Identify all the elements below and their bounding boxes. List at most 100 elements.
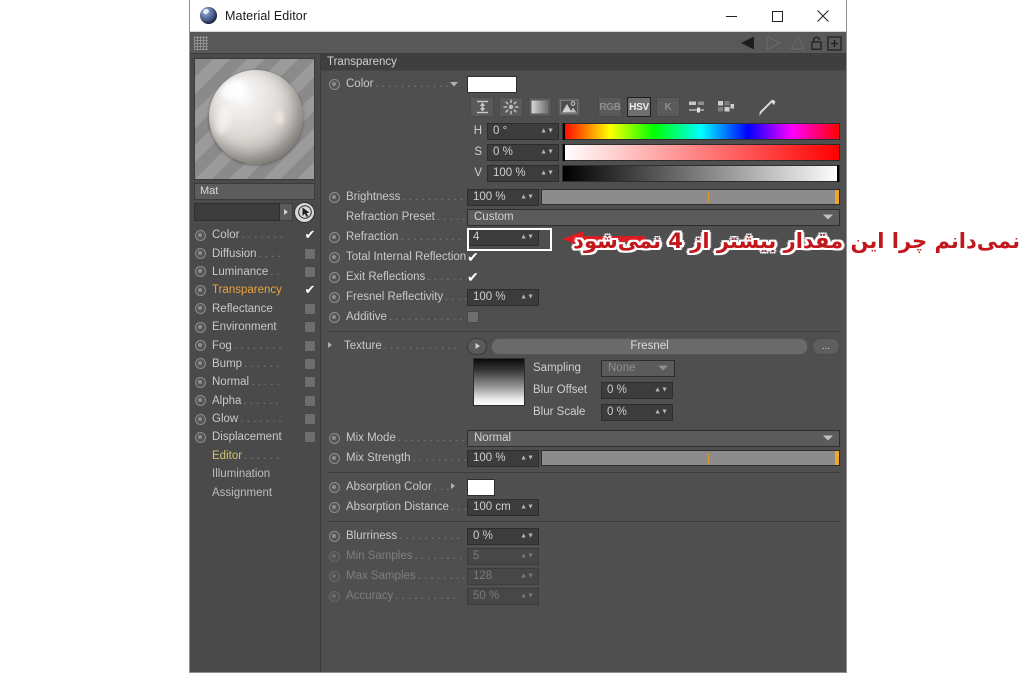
- brightness-stepper[interactable]: ▲▼: [520, 194, 534, 201]
- channel-radio-icon[interactable]: [195, 358, 206, 370]
- refraction-radio-icon[interactable]: [329, 231, 340, 243]
- expand-arrow-icon[interactable]: [280, 203, 293, 221]
- channel-item-color[interactable]: Color. . . . . . . ✔: [194, 226, 316, 244]
- sampling-dropdown[interactable]: None: [601, 359, 675, 377]
- blur-offset-stepper[interactable]: ▲▼: [654, 387, 668, 394]
- exit-reflections-checkbox[interactable]: ✔: [467, 270, 483, 284]
- back-arrow-icon[interactable]: [740, 36, 762, 50]
- hsv-h-marker[interactable]: [563, 122, 565, 140]
- channel-checkbox[interactable]: [304, 339, 316, 352]
- hsv-s-input[interactable]: 0 % ▲▼: [487, 143, 559, 161]
- color-radio-icon[interactable]: [329, 78, 340, 90]
- close-button[interactable]: [800, 0, 846, 32]
- material-preview[interactable]: [194, 58, 315, 180]
- maximize-button[interactable]: [754, 0, 800, 32]
- color-swatch[interactable]: [467, 75, 517, 93]
- refraction-stepper[interactable]: ▲▼: [520, 234, 534, 241]
- forward-arrow-icon[interactable]: [766, 36, 786, 50]
- additive-radio-icon[interactable]: [329, 311, 340, 323]
- channel-checkbox[interactable]: [304, 413, 316, 426]
- texture-more-button[interactable]: ...: [812, 337, 840, 355]
- absorption-color-expand-icon[interactable]: [450, 482, 461, 492]
- hsv-s-stepper[interactable]: ▲▼: [540, 149, 554, 156]
- channel-checkbox[interactable]: ✔: [304, 283, 316, 296]
- channel-item-normal[interactable]: Normal. . . . .: [194, 373, 316, 391]
- channel-checkbox[interactable]: [304, 376, 316, 389]
- add-panel-icon[interactable]: [827, 35, 842, 51]
- tir-checkbox[interactable]: ✔: [467, 250, 483, 264]
- exit-reflections-radio-icon[interactable]: [329, 271, 340, 283]
- brightness-slider-knob[interactable]: [835, 190, 839, 204]
- texture-thumbnail[interactable]: [473, 358, 525, 406]
- refraction-input[interactable]: 4 ▲▼: [467, 228, 539, 246]
- channel-radio-icon[interactable]: [195, 376, 206, 388]
- channel-checkbox[interactable]: [304, 394, 316, 407]
- hsv-v-stepper[interactable]: ▲▼: [540, 170, 554, 177]
- mix-strength-slider[interactable]: [541, 450, 840, 466]
- additive-checkbox[interactable]: [467, 311, 479, 323]
- channel-item-transparency[interactable]: Transparency ✔: [194, 281, 316, 299]
- hsv-h-stepper[interactable]: ▲▼: [540, 128, 554, 135]
- absorption-distance-stepper[interactable]: ▲▼: [520, 504, 534, 511]
- blur-scale-input[interactable]: 0 % ▲▼: [601, 403, 673, 421]
- eyedropper-icon[interactable]: [755, 97, 779, 117]
- channel-item-diffusion[interactable]: Diffusion. . . .: [194, 244, 316, 262]
- channel-item-fog[interactable]: Fog. . . . . . . .: [194, 336, 316, 354]
- channel-radio-icon[interactable]: [195, 395, 206, 407]
- channel-item-assignment[interactable]: Assignment: [194, 483, 316, 501]
- channel-checkbox[interactable]: [304, 357, 316, 370]
- select-cursor-icon[interactable]: [294, 201, 315, 223]
- color-wheel-icon[interactable]: [499, 97, 523, 117]
- sliders-icon[interactable]: [685, 97, 709, 117]
- drag-grip[interactable]: [194, 35, 208, 50]
- channel-radio-icon[interactable]: [195, 321, 206, 333]
- hsv-v-marker[interactable]: [837, 164, 839, 182]
- channel-item-illumination[interactable]: Illumination: [194, 465, 316, 483]
- channel-radio-icon[interactable]: [195, 340, 206, 352]
- channel-checkbox[interactable]: [304, 321, 316, 334]
- blurriness-radio-icon[interactable]: [329, 530, 340, 542]
- material-name-label[interactable]: Mat: [194, 183, 315, 200]
- absorption-color-radio-icon[interactable]: [329, 481, 340, 493]
- image-picker-icon[interactable]: [557, 97, 581, 117]
- channel-radio-icon[interactable]: [195, 248, 206, 260]
- gradient-icon[interactable]: [528, 97, 552, 117]
- blurriness-input[interactable]: 0 % ▲▼: [467, 527, 539, 545]
- channel-item-reflectance[interactable]: Reflectance: [194, 300, 316, 318]
- channel-item-environment[interactable]: Environment: [194, 318, 316, 336]
- minimize-button[interactable]: [708, 0, 754, 32]
- channel-checkbox[interactable]: [304, 302, 316, 315]
- blur-scale-stepper[interactable]: ▲▼: [654, 409, 668, 416]
- channel-checkbox[interactable]: [304, 265, 316, 278]
- channel-item-glow[interactable]: Glow. . . . . . .: [194, 410, 316, 428]
- texture-expand-icon[interactable]: [327, 341, 338, 351]
- hsv-h-bar[interactable]: [562, 122, 840, 140]
- fresnel-input[interactable]: 100 % ▲▼: [467, 288, 539, 306]
- up-arrow-icon[interactable]: [790, 36, 806, 50]
- color-chevron-down-icon[interactable]: [450, 80, 461, 89]
- material-name-input[interactable]: [194, 203, 280, 221]
- brightness-radio-icon[interactable]: [329, 191, 340, 203]
- fresnel-stepper[interactable]: ▲▼: [520, 294, 534, 301]
- brightness-input[interactable]: 100 % ▲▼: [467, 188, 539, 206]
- absorption-color-swatch[interactable]: [467, 478, 495, 496]
- channel-item-alpha[interactable]: Alpha. . . . . .: [194, 392, 316, 410]
- hsv-mode-button[interactable]: HSV: [627, 97, 651, 117]
- channel-item-displacement[interactable]: Displacement: [194, 428, 316, 446]
- hsv-s-bar[interactable]: [562, 143, 840, 161]
- mix-strength-input[interactable]: 100 % ▲▼: [467, 449, 539, 467]
- channel-radio-icon[interactable]: [195, 229, 206, 241]
- channel-checkbox[interactable]: ✔: [304, 228, 316, 241]
- blurriness-stepper[interactable]: ▲▼: [520, 533, 534, 540]
- channel-item-bump[interactable]: Bump. . . . . .: [194, 355, 316, 373]
- channel-checkbox[interactable]: [304, 431, 316, 444]
- fresnel-radio-icon[interactable]: [329, 291, 340, 303]
- mix-mode-dropdown[interactable]: Normal: [467, 429, 840, 447]
- k-mode-button[interactable]: K: [656, 97, 680, 117]
- brightness-slider[interactable]: [541, 189, 840, 205]
- absorption-distance-radio-icon[interactable]: [329, 501, 340, 513]
- hsv-v-input[interactable]: 100 % ▲▼: [487, 164, 559, 182]
- channel-checkbox[interactable]: [304, 247, 316, 260]
- channel-radio-icon[interactable]: [195, 284, 206, 296]
- channel-radio-icon[interactable]: [195, 303, 206, 315]
